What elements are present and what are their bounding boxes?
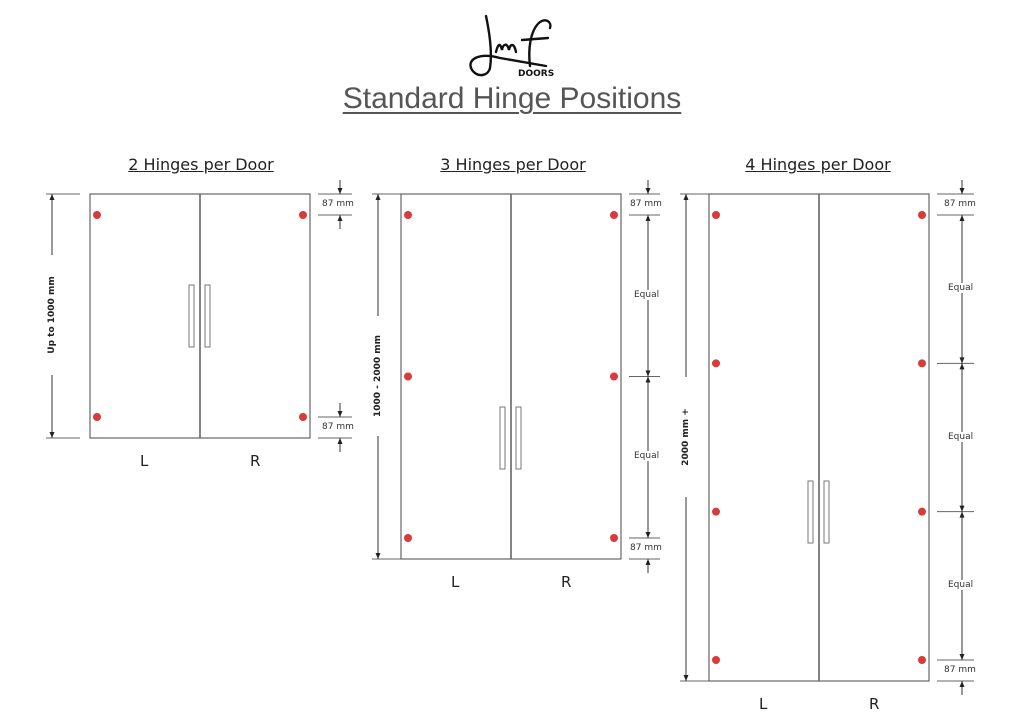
height-arrow-top [375, 194, 381, 200]
equal-label: Equal [948, 283, 974, 294]
offset-arrow-top-inner [337, 215, 343, 221]
left-leaf-label: L [451, 573, 460, 591]
hinge-left [712, 656, 720, 664]
equal-label: Equal [948, 579, 974, 590]
door-handle-left [807, 480, 814, 544]
offset-label-top: 87 mm [944, 199, 976, 209]
hinge-left [712, 211, 720, 219]
hinge-right [918, 211, 926, 219]
equal-arrow-top [645, 376, 651, 383]
height-arrow-bottom [683, 675, 689, 681]
offset-arrow-top [337, 188, 343, 194]
equal-arrow-top [959, 511, 965, 518]
hinge-diagrams [46, 180, 974, 695]
equal-arrow-bottom [959, 654, 965, 660]
equal-label: Equal [634, 451, 660, 462]
offset-label-top: 87 mm [630, 199, 662, 209]
offset-label-bottom: 87 mm [630, 543, 662, 553]
hinge-right [610, 534, 618, 542]
left-leaf-label: L [140, 452, 149, 470]
hinge-left [93, 211, 101, 219]
hinge-right [610, 211, 618, 219]
offset-label-bottom: 87 mm [944, 665, 976, 675]
diagram-title: 2 Hinges per Door [128, 155, 274, 174]
right-leaf-label: R [250, 452, 261, 470]
right-leaf-label: R [561, 573, 572, 591]
hinge-right [299, 413, 307, 421]
equal-arrow-bottom [959, 505, 965, 512]
hinge-positions-sheet: DOORS Standard Hinge Positions 2 Hinges … [0, 0, 1024, 724]
offset-arrow-bottom [645, 559, 651, 565]
height-arrow-top [683, 194, 689, 200]
diagram-title: 3 Hinges per Door [440, 155, 586, 174]
height-arrow-top [49, 194, 55, 200]
right-leaf-label: R [869, 695, 880, 713]
hinge-left [712, 507, 720, 516]
height-arrow-bottom [375, 553, 381, 559]
offset-arrow-bottom [959, 681, 965, 687]
equal-arrow-top [959, 363, 965, 370]
hinge-right [610, 372, 618, 381]
door-handle-right [515, 406, 522, 470]
hinge-left [404, 372, 412, 381]
hinge-right [918, 656, 926, 664]
equal-arrow-top [645, 215, 651, 221]
hinge-right [918, 359, 926, 368]
hinge-left [93, 413, 101, 421]
height-label: Up to 1000 mm [47, 255, 57, 375]
height-arrow-bottom [49, 432, 55, 438]
offset-arrow-top [959, 188, 965, 194]
offset-label-bottom: 87 mm [322, 422, 354, 432]
offset-label-top: 87 mm [322, 199, 354, 209]
hinge-left [404, 534, 412, 542]
door-handle-right [823, 480, 830, 544]
equal-arrow-top [959, 215, 965, 221]
hinge-right [918, 507, 926, 516]
door-handle-right [204, 284, 211, 348]
equal-label: Equal [948, 431, 974, 442]
equal-arrow-bottom [645, 370, 651, 377]
offset-arrow-top [645, 188, 651, 194]
offset-arrow-bottom-inner [337, 411, 343, 417]
diagram-title: 4 Hinges per Door [745, 155, 891, 174]
equal-arrow-bottom [959, 357, 965, 364]
hinge-left [712, 359, 720, 368]
height-label: 2000 mm + [681, 376, 691, 497]
hinge-right [299, 211, 307, 219]
height-label: 1000 - 2000 mm [373, 315, 383, 436]
hinge-left [404, 211, 412, 219]
door-handle-left [499, 406, 506, 470]
offset-arrow-bottom [337, 438, 343, 444]
equal-label: Equal [634, 289, 660, 300]
door-handle-left [188, 284, 195, 348]
equal-arrow-bottom [645, 532, 651, 538]
left-leaf-label: L [759, 695, 768, 713]
